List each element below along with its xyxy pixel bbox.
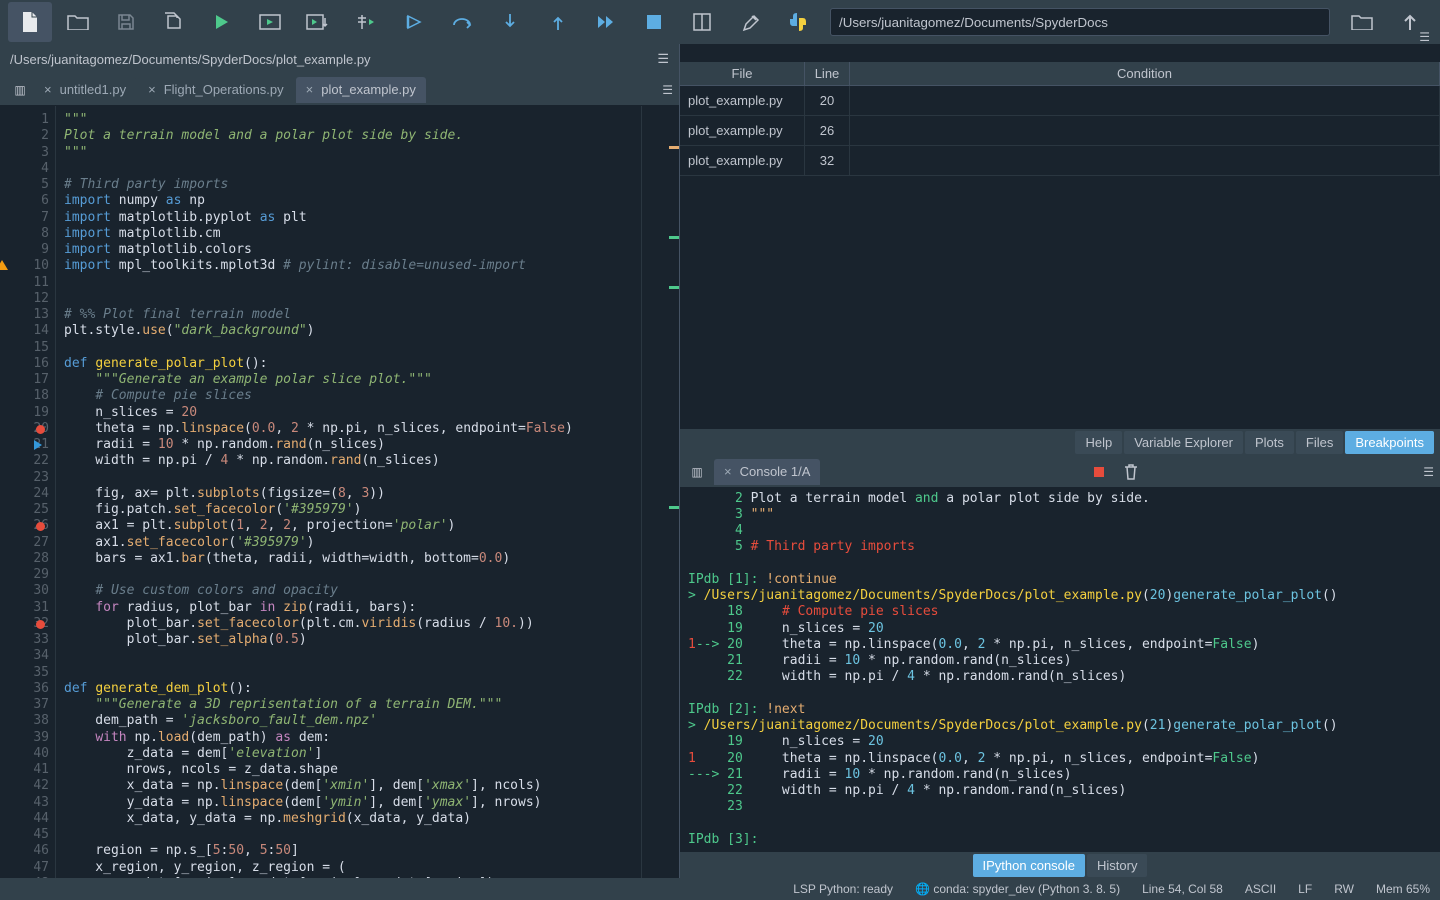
console-tab-strip: ▥ ×Console 1/A ☰: [680, 457, 1440, 487]
recording-icon: [1094, 467, 1104, 477]
tab-history[interactable]: History: [1087, 854, 1147, 877]
breakpoint-row[interactable]: plot_example.py20: [680, 86, 1440, 116]
tab-plot-example[interactable]: ×plot_example.py: [296, 77, 426, 103]
console-switcher-icon[interactable]: ▥: [686, 465, 708, 479]
console-pane: ▥ ×Console 1/A ☰ 2 Plot a terrain model …: [680, 457, 1440, 879]
console-output[interactable]: 2 Plot a terrain model and a polar plot …: [680, 487, 1440, 853]
run-cell-button[interactable]: [248, 2, 292, 42]
tab-help[interactable]: Help: [1075, 431, 1122, 454]
debug-button[interactable]: [392, 2, 436, 42]
status-rw[interactable]: RW: [1334, 882, 1354, 896]
code-editor[interactable]: 1234567891011121314151617181920212223242…: [0, 106, 679, 878]
run-button[interactable]: [200, 2, 244, 42]
close-icon[interactable]: ×: [306, 82, 314, 97]
tab-variable-explorer[interactable]: Variable Explorer: [1124, 431, 1243, 454]
breakpoints-body: plot_example.py20plot_example.py26plot_e…: [680, 86, 1440, 176]
preferences-button[interactable]: [728, 2, 772, 42]
maximize-pane-button[interactable]: [680, 2, 724, 42]
status-encoding[interactable]: ASCII: [1245, 882, 1276, 896]
editor-code-area[interactable]: """Plot a terrain model and a polar plot…: [56, 106, 665, 878]
clear-console-button[interactable]: [1124, 464, 1138, 480]
tab-files[interactable]: Files: [1296, 431, 1343, 454]
working-dir-input[interactable]: [830, 8, 1330, 36]
editor-options-icon[interactable]: ☰: [657, 51, 669, 67]
breakpoints-pane: ☰ File Line Condition plot_example.py20p…: [680, 44, 1440, 457]
status-cursor[interactable]: Line 54, Col 58: [1142, 882, 1223, 896]
debug-continue-button[interactable]: [584, 2, 628, 42]
run-selection-button[interactable]: [344, 2, 388, 42]
col-file[interactable]: File: [680, 62, 805, 85]
close-icon[interactable]: ×: [44, 82, 52, 97]
run-cell-advance-button[interactable]: [296, 2, 340, 42]
tab-breakpoints[interactable]: Breakpoints: [1345, 431, 1434, 454]
status-lsp[interactable]: LSP Python: ready: [793, 882, 893, 896]
editor-file-path: /Users/juanitagomez/Documents/SpyderDocs…: [10, 52, 371, 67]
status-eol[interactable]: LF: [1298, 882, 1312, 896]
right-pane-tabs: Help Variable Explorer Plots Files Break…: [680, 429, 1440, 457]
status-env[interactable]: 🌐 conda: spyder_dev (Python 3. 8. 5): [915, 882, 1120, 896]
status-mem[interactable]: Mem 65%: [1376, 882, 1430, 896]
console-options-icon[interactable]: ☰: [1423, 465, 1434, 479]
save-all-button[interactable]: [152, 2, 196, 42]
file-switcher-icon[interactable]: ▥: [6, 83, 34, 97]
editor-gutter[interactable]: 1234567891011121314151617181920212223242…: [0, 106, 56, 878]
python-path-button[interactable]: [776, 2, 820, 42]
tab-plots[interactable]: Plots: [1245, 431, 1294, 454]
breakpoint-row[interactable]: plot_example.py32: [680, 146, 1440, 176]
tab-ipython-console[interactable]: IPython console: [973, 854, 1086, 877]
new-file-button[interactable]: [8, 2, 52, 42]
tab-flight-operations[interactable]: ×Flight_Operations.py: [138, 77, 294, 103]
tab-untitled1[interactable]: ×untitled1.py: [34, 77, 136, 103]
editor-pane: /Users/juanitagomez/Documents/SpyderDocs…: [0, 44, 680, 878]
main-toolbar: [0, 0, 1440, 44]
console-bottom-tabs: IPython console History: [680, 852, 1440, 878]
breakpoints-header: File Line Condition: [680, 62, 1440, 86]
breakpoint-row[interactable]: plot_example.py26: [680, 116, 1440, 146]
col-line[interactable]: Line: [805, 62, 850, 85]
status-bar: LSP Python: ready 🌐 conda: spyder_dev (P…: [0, 878, 1440, 900]
debug-step-out-button[interactable]: [536, 2, 580, 42]
editor-minimap[interactable]: [665, 106, 679, 878]
editor-path-bar: /Users/juanitagomez/Documents/SpyderDocs…: [0, 44, 679, 74]
col-condition[interactable]: Condition: [850, 62, 1440, 85]
close-icon[interactable]: ×: [724, 464, 732, 479]
debug-step-into-button[interactable]: [488, 2, 532, 42]
close-icon[interactable]: ×: [148, 82, 156, 97]
browse-dir-button[interactable]: [1340, 2, 1384, 42]
editor-tab-strip: ▥ ×untitled1.py ×Flight_Operations.py ×p…: [0, 74, 679, 106]
debug-stop-button[interactable]: [632, 2, 676, 42]
debug-step-over-button[interactable]: [440, 2, 484, 42]
tab-options-icon[interactable]: ☰: [662, 83, 673, 97]
save-button[interactable]: [104, 2, 148, 42]
tab-console-1a[interactable]: ×Console 1/A: [714, 459, 820, 485]
open-file-button[interactable]: [56, 2, 100, 42]
